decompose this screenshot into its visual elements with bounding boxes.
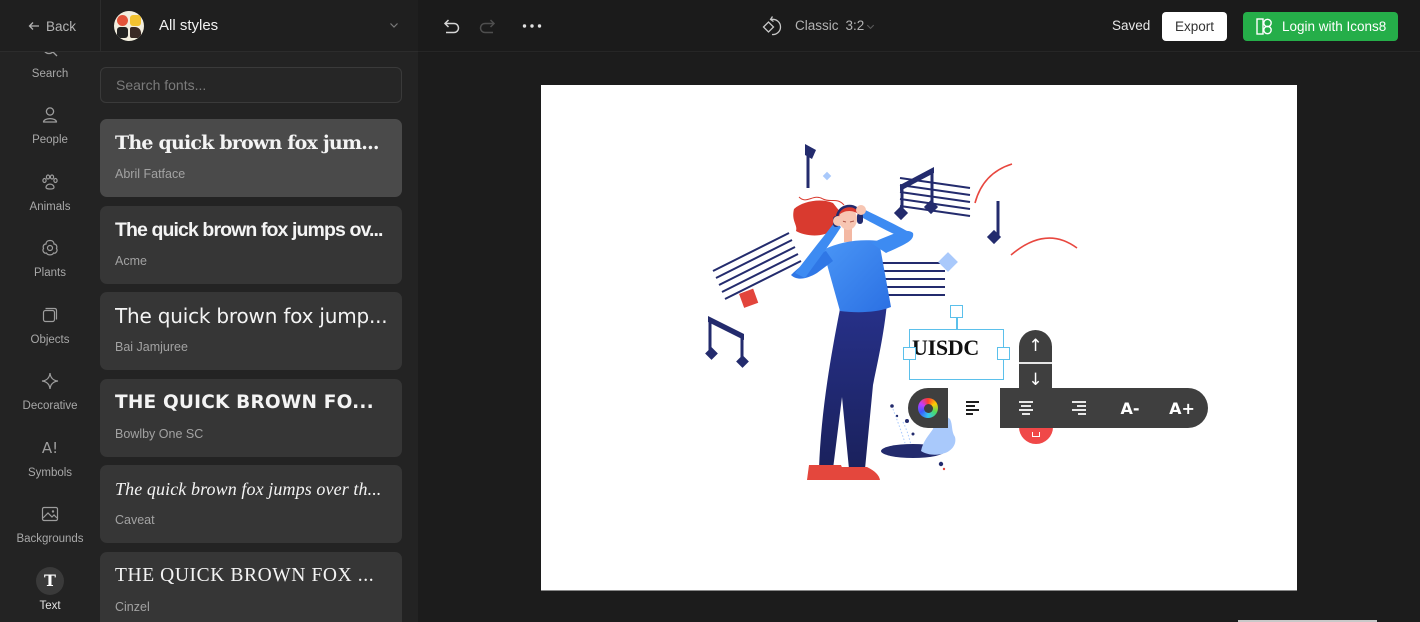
sidebar-item-label: Search — [31, 67, 69, 80]
export-button[interactable]: Export — [1162, 12, 1227, 41]
increase-font-size-button[interactable]: A+ — [1156, 388, 1208, 428]
format-name: Classic — [795, 18, 839, 33]
more-icon[interactable] — [522, 16, 542, 36]
font-name: Caveat — [115, 513, 155, 528]
font-card-bai-jamjuree[interactable]: The quick brown fox jump... Bai Jamjuree — [100, 292, 402, 371]
text-color-button[interactable] — [908, 388, 948, 428]
sidebar-item-label: Animals — [29, 200, 71, 213]
sidebar-item-label: Backgrounds — [16, 533, 84, 545]
align-center-button[interactable] — [1000, 388, 1052, 428]
music-note-top — [805, 144, 816, 188]
resize-handle-left[interactable] — [903, 347, 916, 360]
sidebar-item-label: Decorative — [22, 400, 78, 412]
music-staff-top — [893, 167, 971, 221]
sidebar-item-label: Objects — [30, 333, 70, 346]
text-icon: T — [36, 566, 64, 595]
font-sample: The quick brown fox jumps over th... — [115, 479, 382, 500]
font-name: Abril Fatface — [115, 167, 186, 181]
sidebar-item-label: Plants — [34, 267, 66, 279]
sidebar-item-symbols[interactable]: A! Symbols — [0, 423, 100, 490]
font-card-acme[interactable]: The quick brown fox jumps ov... Acme — [100, 205, 402, 284]
icons8-logo-icon — [1256, 18, 1272, 35]
sidebar-item-label: People — [32, 134, 68, 146]
align-left-button[interactable] — [948, 388, 1000, 428]
arrow-left-icon — [28, 22, 39, 30]
login-button[interactable]: Login with Icons8 — [1243, 12, 1398, 41]
align-right-icon — [1072, 401, 1086, 415]
resize-handle-right[interactable] — [997, 347, 1010, 360]
font-name: Cinzel — [115, 599, 150, 614]
rotate-handle[interactable] — [950, 305, 963, 318]
font-name: Bowlby One SC — [115, 426, 204, 441]
woman-figure — [791, 196, 914, 480]
rotate-format-icon[interactable] — [761, 15, 783, 37]
bring-forward-button[interactable]: ↑ — [1019, 330, 1052, 361]
sidebar-item-animals[interactable]: Animals — [0, 157, 100, 224]
back-button[interactable]: Back — [28, 16, 76, 36]
back-label: Back — [46, 18, 77, 34]
sidebar-item-text[interactable]: T Text — [0, 556, 100, 622]
sidebar-item-plants[interactable]: Plants — [0, 223, 100, 290]
align-center-icon — [1019, 401, 1033, 415]
sidebar-item-label: Text — [39, 599, 61, 612]
font-list: The quick brown fox jum... Abril Fatface… — [100, 119, 402, 622]
chevron-down-icon — [390, 23, 398, 28]
font-sample: The quick brown fox jump... — [115, 304, 388, 329]
music-note-right — [986, 201, 1002, 245]
sidebar-item-people[interactable]: People — [0, 90, 100, 157]
font-name: Acme — [115, 253, 147, 268]
rotate-handle-connector — [956, 317, 958, 329]
font-sample: THE QUICK BROWN FO... — [115, 391, 374, 413]
red-arc-right — [1010, 237, 1078, 256]
music-staff-middle — [880, 262, 945, 296]
paw-icon — [40, 172, 60, 192]
font-card-abril-fatface[interactable]: The quick brown fox jum... Abril Fatface — [100, 119, 402, 197]
style-selector-dropdown[interactable]: All styles — [101, 0, 418, 52]
style-avatar — [114, 11, 144, 41]
small-blue-square — [822, 171, 832, 181]
sidebar-item-search[interactable]: Search — [0, 52, 100, 90]
red-arc-top — [974, 163, 1013, 204]
color-wheel-icon — [918, 398, 938, 418]
redo-icon[interactable] — [478, 16, 498, 36]
align-right-button[interactable] — [1052, 388, 1104, 428]
sidebar-item-label: Symbols — [27, 466, 73, 479]
trash-icon — [1032, 432, 1040, 437]
save-status: Saved — [1112, 18, 1151, 33]
sidebar-item-backgrounds[interactable]: Backgrounds — [0, 489, 100, 556]
symbols-icon: A! — [40, 438, 60, 458]
font-card-caveat[interactable]: The quick brown fox jumps over th... Cav… — [100, 465, 402, 544]
chevron-down-icon[interactable] — [865, 21, 876, 32]
undo-icon[interactable] — [441, 16, 461, 36]
style-selector-label: All styles — [159, 17, 219, 34]
flower-icon — [40, 238, 60, 258]
font-sample: The quick brown fox jum... — [115, 132, 380, 154]
sidebar-nav: Search People Animals Plants Objects Dec… — [0, 52, 100, 622]
font-card-cinzel[interactable]: THE QUICK BROWN FOX ... Cinzel — [100, 551, 402, 622]
cube-icon — [40, 305, 60, 325]
font-search-input[interactable] — [100, 67, 402, 103]
font-name: Bai Jamjuree — [115, 340, 188, 355]
symbols-glyph: A! — [41, 438, 59, 457]
sidebar-item-objects[interactable]: Objects — [0, 290, 100, 357]
format-ratio: 3:2 — [845, 18, 865, 33]
music-note-double — [705, 316, 749, 368]
sparkle-icon — [40, 371, 60, 391]
search-icon — [40, 52, 60, 59]
sidebar-item-decorative[interactable]: Decorative — [0, 356, 100, 423]
text-format-toolbar: A- A+ — [1000, 388, 1208, 428]
person-icon — [40, 105, 60, 125]
font-card-bowlby-one-sc[interactable]: THE QUICK BROWN FO... Bowlby One SC — [100, 378, 402, 457]
font-sample: THE QUICK BROWN FOX ... — [115, 564, 375, 586]
blue-diamond-shape — [938, 252, 958, 272]
login-label: Login with Icons8 — [1282, 19, 1387, 34]
image-icon — [40, 504, 60, 524]
canvas-text-element[interactable]: UISDC — [912, 335, 979, 361]
format-selector[interactable]: Classic 3:2 — [795, 18, 864, 33]
music-staff-left — [712, 232, 802, 300]
decrease-font-size-button[interactable]: A- — [1104, 388, 1156, 428]
font-sample: The quick brown fox jumps ov... — [115, 218, 383, 241]
layer-order-control: ↑ ↓ — [1019, 330, 1052, 396]
align-left-icon — [966, 401, 979, 415]
